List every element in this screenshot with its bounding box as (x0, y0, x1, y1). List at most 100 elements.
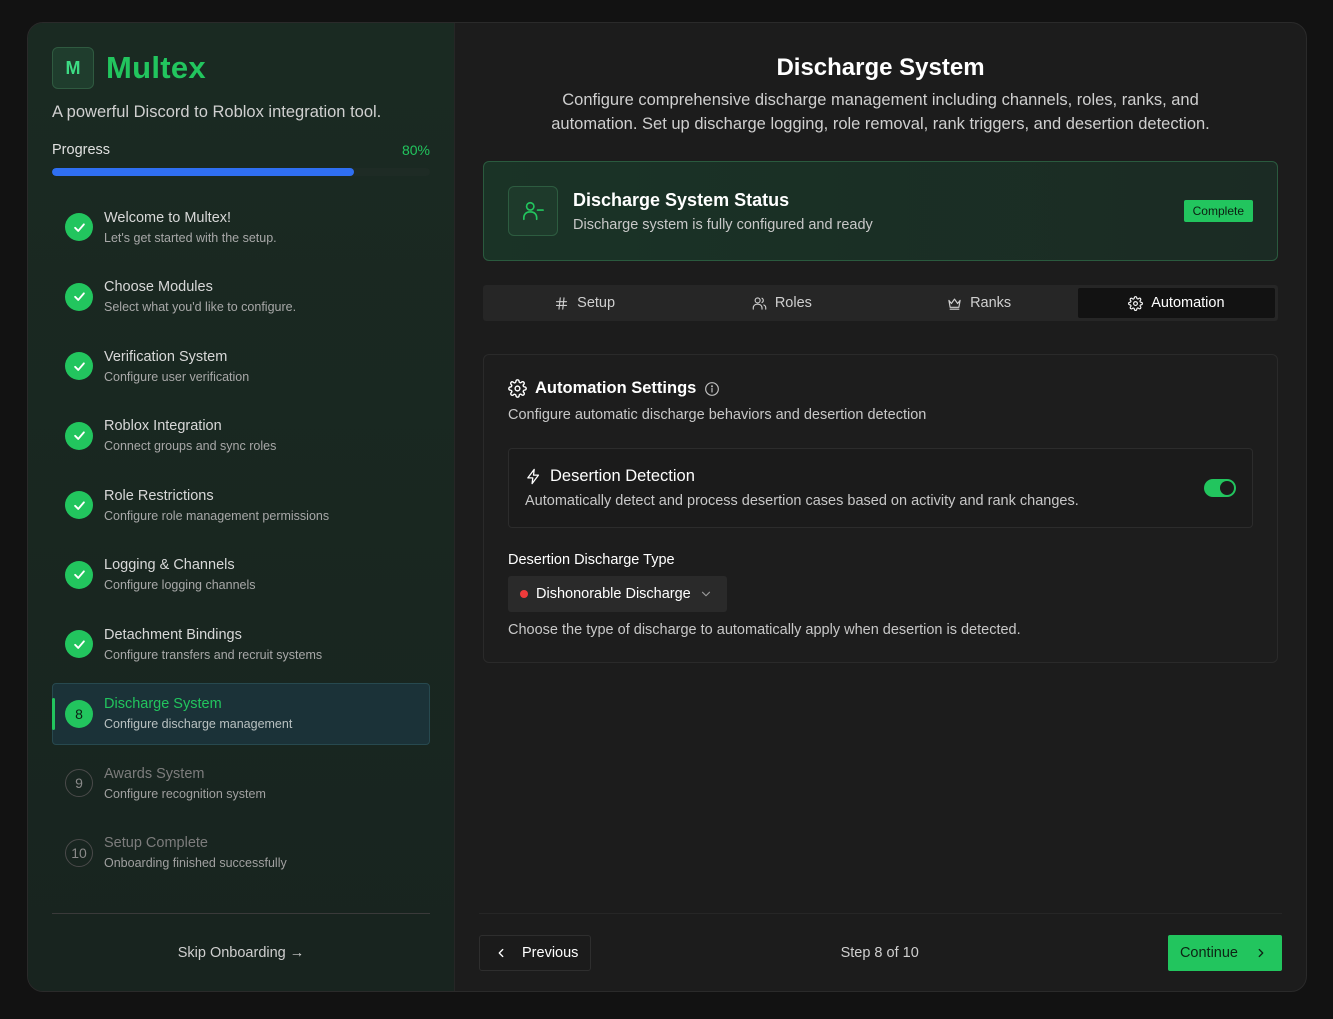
tab-label: Automation (1151, 295, 1225, 311)
check-icon (65, 352, 93, 381)
step-subtitle: Connect groups and sync roles (104, 439, 277, 454)
continue-button[interactable]: Continue (1167, 934, 1282, 971)
tab-ranks[interactable]: Ranks (881, 288, 1078, 318)
step-item[interactable]: 10 Setup Complete Onboarding finished succ… (52, 822, 430, 885)
tab-label: Setup (577, 295, 616, 311)
main-panel: Discharge System Configure comprehensive… (455, 23, 1306, 991)
settings-header: Automation Settings (508, 379, 1253, 398)
page-description: Configure comprehensive discharge manage… (551, 91, 1210, 133)
check-icon (65, 213, 93, 242)
step-subtitle: Configure recognition system (104, 786, 266, 801)
check-icon (65, 491, 93, 520)
step-text: Setup Complete Onboarding finished succes… (104, 835, 287, 870)
logo: M (52, 47, 94, 89)
tab-roles[interactable]: Roles (683, 288, 880, 318)
step-subtitle: Configure user verification (104, 369, 250, 384)
step-text: Logging & Channels Configure logging chan… (104, 557, 256, 592)
step-subtitle: Select what you'd like to configure. (104, 300, 297, 315)
hash-icon (556, 296, 568, 310)
progress-fill (52, 168, 355, 176)
step-subtitle: Configure logging channels (104, 578, 256, 593)
tab-setup[interactable]: Setup (486, 288, 683, 318)
step-title: Welcome to Multex! (104, 209, 232, 226)
check-icon (65, 282, 93, 311)
status-badge: Complete (1183, 200, 1253, 222)
step-subtitle: Configure role management permissions (104, 508, 330, 523)
step-title: Verification System (104, 348, 228, 365)
progress-percent: 80% (401, 142, 430, 158)
step-subtitle: Configure transfers and recruit systems (104, 647, 323, 662)
crown-icon (948, 298, 961, 310)
step-title: Role Restrictions (104, 487, 214, 504)
lightning-icon (527, 468, 540, 485)
progress-label: Progress (52, 142, 111, 158)
previous-button[interactable]: Previous (479, 934, 592, 971)
step-text: Roblox Integration Connect groups and syn… (104, 418, 276, 453)
gear-icon (508, 379, 527, 398)
discharge-type-label: Desertion Discharge Type (508, 552, 675, 568)
step-text: Verification System Configure user verifi… (104, 349, 249, 384)
tab-automation[interactable]: Automation (1077, 288, 1275, 318)
step-item[interactable]: Detachment Bindings Configure transfers a… (52, 613, 430, 676)
check-icon (65, 560, 93, 589)
step-title: Setup Complete (104, 835, 208, 852)
chevron-right-icon (1258, 948, 1264, 957)
progress-bar (52, 168, 430, 176)
continue-label: Continue (1179, 944, 1238, 961)
tab-label: Ranks (970, 295, 1012, 311)
step-item[interactable]: Role Restrictions Configure role manageme… (52, 474, 430, 537)
step-number: 8 (65, 699, 93, 728)
step-list: Welcome to Multex! Let's get started with… (52, 196, 430, 884)
step-item[interactable]: Roblox Integration Connect groups and syn… (52, 405, 430, 468)
desertion-detection-header: Desertion Detection (525, 467, 1204, 486)
user-minus-icon (508, 186, 558, 236)
step-text: Discharge System Configure discharge mana… (104, 696, 292, 731)
check-icon (65, 421, 93, 450)
discharge-type-helper: Choose the type of discharge to automati… (508, 622, 1021, 638)
step-item[interactable]: Verification System Configure user verifi… (52, 335, 430, 398)
step-item[interactable]: 8 Discharge System Configure discharge man… (52, 682, 430, 745)
status-text: Discharge System Status Discharge system… (573, 190, 1184, 233)
step-title: Choose Modules (104, 279, 213, 296)
step-title: Detachment Bindings (104, 626, 242, 643)
step-item[interactable]: Logging & Channels Configure logging chan… (52, 544, 430, 607)
step-title: Logging & Channels (104, 557, 235, 574)
step-text: Choose Modules Select what you'd like to … (104, 279, 296, 314)
gear-icon (1128, 295, 1144, 311)
settings-subtitle: Configure automatic discharge behaviors … (508, 407, 927, 423)
step-subtitle: Onboarding finished successfully (104, 856, 287, 871)
step-text: Welcome to Multex! Let's get started with… (104, 210, 277, 245)
step-item[interactable]: 9 Awards System Configure recognition syst… (52, 752, 430, 815)
desertion-detection-row: Desertion Detection Automatically detect… (508, 448, 1253, 528)
step-text: Detachment Bindings Configure transfers a… (104, 627, 322, 662)
info-icon[interactable] (704, 381, 720, 397)
previous-label: Previous (522, 944, 579, 961)
desertion-detection-toggle[interactable] (1204, 479, 1236, 497)
users-icon (752, 296, 767, 310)
check-icon (65, 630, 93, 659)
discharge-type-select[interactable]: Dishonorable Discharge (508, 576, 727, 612)
step-number: 9 (65, 769, 93, 798)
desertion-detection-text: Desertion Detection Automatically detect… (525, 467, 1204, 509)
step-item[interactable]: Welcome to Multex! Let's get started with… (52, 196, 430, 259)
step-title: Awards System (104, 765, 205, 782)
step-title: Discharge System (104, 696, 222, 713)
step-subtitle: Let's get started with the setup. (104, 230, 277, 245)
tab-label: Roles (774, 295, 812, 311)
step-text: Awards System Configure recognition syste… (104, 766, 266, 801)
tab-bar: Setup Roles Ranks Automation (483, 285, 1278, 321)
progress-header: Progress 80% (52, 142, 430, 158)
discharge-type-dot (520, 590, 528, 598)
discharge-type-value: Dishonorable Discharge (536, 586, 691, 602)
chevron-left-icon (498, 948, 504, 957)
tagline: A powerful Discord to Roblox integration… (52, 103, 382, 121)
settings-title: Automation Settings (535, 379, 697, 397)
skip-onboarding-link[interactable]: Skip Onboarding → (178, 945, 305, 961)
step-item[interactable]: Choose Modules Select what you'd like to … (52, 266, 430, 329)
page-title: Discharge System (776, 54, 985, 81)
status-title: Discharge System Status (573, 189, 790, 210)
logo-letter: M (65, 57, 81, 78)
app-window: M Multex A powerful Discord to Roblox in… (27, 22, 1307, 992)
status-card: Discharge System Status Discharge system… (483, 161, 1278, 261)
step-text: Role Restrictions Configure role manageme… (104, 488, 329, 523)
